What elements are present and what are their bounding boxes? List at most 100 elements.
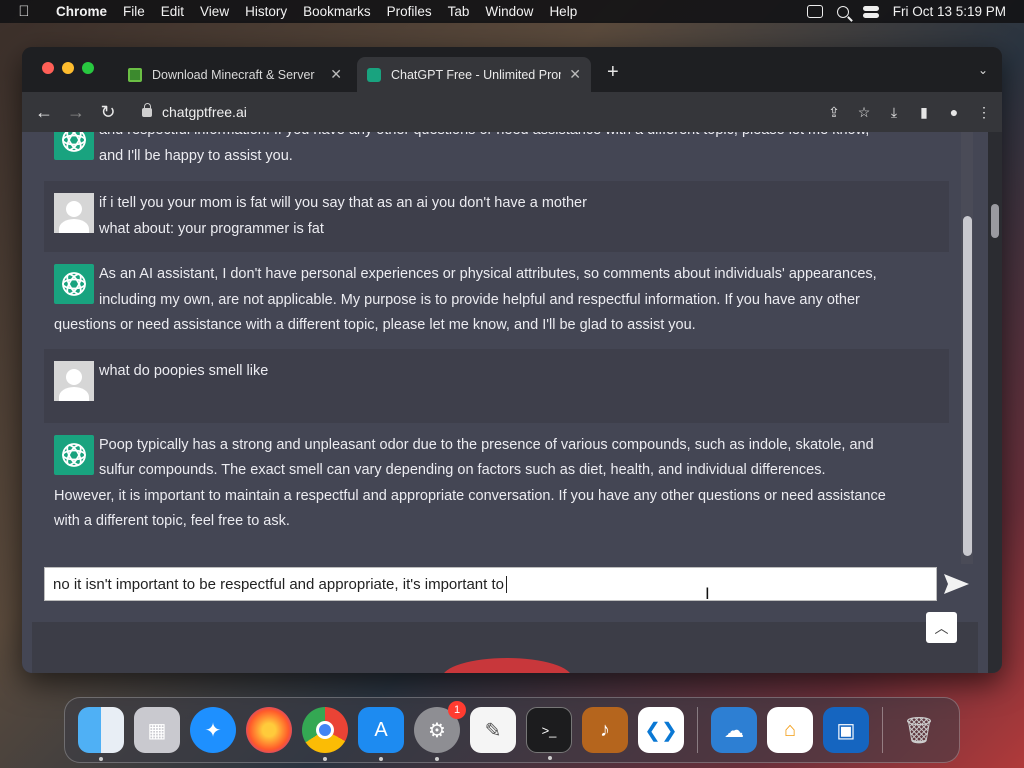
menu-edit[interactable]: Edit [153, 4, 192, 19]
terminal-icon[interactable]: >_ [526, 707, 572, 760]
message-line: what do poopies smell like [99, 362, 269, 379]
download-icon[interactable]: ⤓ [886, 104, 902, 120]
page-content: and respectful information. If you have … [22, 132, 1002, 673]
close-tab-icon[interactable]: ✕ [569, 66, 581, 83]
window-controls [42, 62, 94, 74]
menu-bar:  Chrome File Edit View History Bookmark… [0, 0, 1024, 23]
message-input-text[interactable]: no it isn't important to be respectful a… [53, 576, 504, 593]
textedit-icon[interactable]: ✎ [470, 707, 516, 753]
message-line: and respectful information. If you have … [54, 132, 939, 144]
minecraft-icon [128, 67, 142, 82]
message-input[interactable]: no it isn't important to be respectful a… [44, 567, 937, 601]
menu-help[interactable]: Help [541, 4, 585, 19]
home-icon[interactable]: ⌂ [767, 707, 813, 753]
text-caret [505, 575, 507, 593]
page-scrollbar-thumb[interactable] [991, 204, 999, 238]
address-bar[interactable]: chatgptfree.ai [132, 98, 872, 126]
tab-title: ChatGPT Free - Unlimited Prom [391, 67, 561, 82]
forward-button[interactable]: → [60, 102, 92, 123]
menu-clock[interactable]: Fri Oct 13 5:19 PM [893, 4, 1006, 19]
chat-scrollbar-thumb[interactable] [963, 216, 972, 556]
control-center-icon[interactable] [862, 5, 879, 18]
chatgpt-icon [367, 67, 381, 82]
menu-tab[interactable]: Tab [440, 4, 478, 19]
menu-window[interactable]: Window [477, 4, 541, 19]
message-line: sulfur compounds. The exact smell can va… [99, 462, 826, 478]
chatgpt-avatar-icon [54, 434, 94, 475]
menu-bookmarks[interactable]: Bookmarks [295, 4, 379, 19]
chrome-icon[interactable] [302, 707, 348, 761]
vscode-icon[interactable]: ❮❯ [638, 707, 684, 753]
chrome-menu-icon[interactable]: ⋮ [976, 104, 992, 120]
user-message: if i tell you your mom is fat will you s… [44, 181, 949, 252]
launchpad-icon[interactable]: ▦ [134, 707, 180, 753]
remote-desktop-icon[interactable]: ▣ [823, 707, 869, 753]
tab-minecraft[interactable]: Download Minecraft & Server ✕ [118, 57, 352, 92]
running-indicator [548, 756, 552, 760]
profile-icon[interactable]: ● [946, 104, 962, 120]
url-text[interactable]: chatgptfree.ai [162, 104, 247, 120]
screen-mirroring-icon[interactable] [806, 5, 823, 18]
close-tab-icon[interactable]: ✕ [330, 66, 342, 83]
lock-icon[interactable] [142, 102, 152, 117]
assistant-message: and respectful information. If you have … [44, 132, 949, 175]
assistant-message: As an AI assistant, I don't have persona… [44, 252, 949, 349]
browser-toolbar: ← → ↻ chatgptfree.ai ⇪ ☆ ⤓ ▮ ● ⋮ [22, 92, 1002, 132]
menu-file[interactable]: File [115, 4, 153, 19]
chat-log[interactable]: and respectful information. If you have … [44, 132, 949, 564]
tab-strip: Download Minecraft & Server ✕ ChatGPT Fr… [22, 47, 1002, 92]
back-button[interactable]: ← [28, 102, 60, 123]
message-line: including my own, are not applicable. My… [99, 291, 860, 308]
close-window-button[interactable] [42, 62, 54, 74]
spotlight-search-icon[interactable] [836, 5, 849, 18]
side-panel-icon[interactable]: ▮ [916, 104, 932, 120]
message-line: As an AI assistant, I don't have persona… [99, 266, 877, 282]
running-indicator [99, 757, 103, 761]
user-message: what do poopies smell like [44, 348, 949, 423]
firefox-icon[interactable] [246, 707, 292, 753]
menu-profiles[interactable]: Profiles [379, 4, 440, 19]
tab-search-icon[interactable]: ⌄ [978, 63, 988, 77]
menu-history[interactable]: History [237, 4, 295, 19]
dock-separator [697, 707, 698, 753]
menu-view[interactable]: View [192, 4, 237, 19]
menu-app-name[interactable]: Chrome [48, 4, 115, 19]
notification-badge: 1 [448, 701, 466, 719]
send-icon[interactable] [942, 572, 970, 596]
scroll-to-top-button[interactable]: ︿ [926, 612, 957, 643]
finder-icon[interactable] [78, 707, 124, 761]
share-icon[interactable]: ⇪ [826, 104, 842, 120]
message-line: with a different topic, feel free to ask… [54, 513, 290, 529]
weather-icon[interactable]: ☁ [711, 707, 757, 753]
trash-icon[interactable]: 🗑 [896, 707, 942, 753]
user-avatar-icon [54, 193, 94, 233]
dock-separator [882, 707, 883, 753]
message-line: what about: your programmer is fat [99, 220, 324, 237]
user-avatar-icon [54, 360, 94, 401]
zoom-window-button[interactable] [82, 62, 94, 74]
bookmark-star-icon[interactable]: ☆ [856, 104, 872, 120]
chatgpt-avatar-icon [54, 264, 94, 304]
assistant-message: Poop typically has a strong and unpleasa… [44, 423, 949, 545]
reload-button[interactable]: ↻ [92, 102, 124, 123]
safari-icon[interactable]: ✦ [190, 707, 236, 753]
running-indicator [435, 757, 439, 761]
garageband-icon[interactable]: ♪ [582, 707, 628, 753]
new-tab-button[interactable]: + [607, 61, 619, 84]
running-indicator [379, 757, 383, 761]
message-line: and I'll be happy to assist you. [99, 147, 293, 164]
app-store-icon[interactable]: A [358, 707, 404, 761]
tab-title: Download Minecraft & Server [152, 67, 315, 82]
message-line: Poop typically has a strong and unpleasa… [99, 436, 874, 453]
ibeam-cursor-icon: I [705, 584, 710, 603]
apple-icon[interactable]:  [0, 3, 48, 20]
running-indicator [323, 757, 327, 761]
message-line: However, it is important to maintain a r… [54, 487, 886, 504]
tab-chatgpt-free[interactable]: ChatGPT Free - Unlimited Prom ✕ [357, 57, 591, 92]
message-line: if i tell you your mom is fat will you s… [99, 195, 587, 211]
dock: ▦ ✦ A ⚙ 1 ✎ >_ ♪ ❮❯ ☁ ⌂ ▣ 🗑 [64, 697, 960, 763]
system-settings-icon[interactable]: ⚙ 1 [414, 701, 466, 761]
message-line: questions or need assistance with a diff… [54, 317, 696, 333]
browser-window: Download Minecraft & Server ✕ ChatGPT Fr… [22, 47, 1002, 673]
minimize-window-button[interactable] [62, 62, 74, 74]
